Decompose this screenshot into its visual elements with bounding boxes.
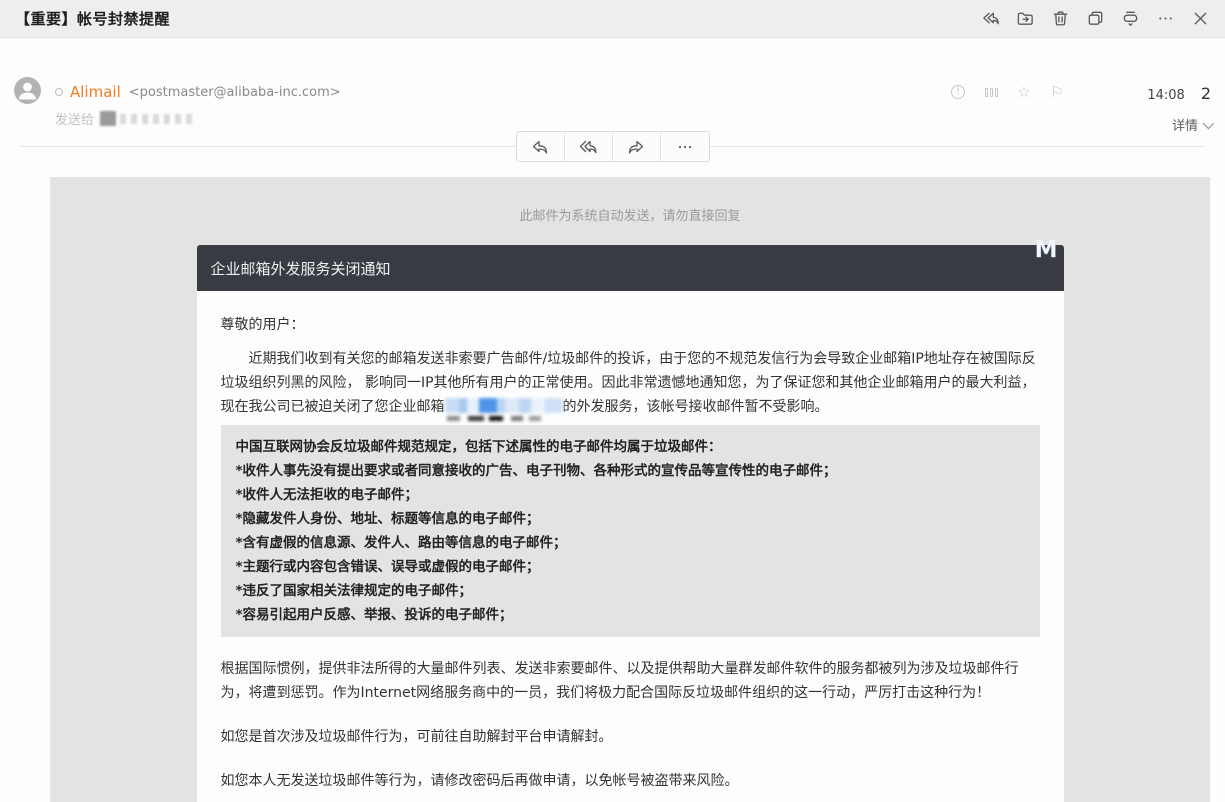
reply-button[interactable]: [517, 132, 565, 161]
sender-avatar: [14, 77, 41, 104]
rule-item: *隐藏发件人身份、地址、标题等信息的电子邮件；: [236, 507, 1025, 531]
reply-toolbar: [516, 131, 710, 162]
auto-send-hint: 此邮件为系统自动发送，请勿直接回复: [50, 177, 1210, 224]
rules-intro: 中国互联网协会反垃圾邮件规范规定，包括下述属性的电子邮件均属于垃圾邮件：: [236, 435, 1025, 459]
time-count: 14:08 2: [1147, 84, 1211, 103]
more-icon[interactable]: [1155, 9, 1175, 29]
sender-name[interactable]: Alimail: [70, 83, 121, 101]
salutation: 尊敬的用户：: [221, 313, 1040, 337]
para1-after: 的外发服务，该帐号接收邮件暂不受影响。: [563, 399, 829, 415]
rule-item: *容易引起用户反感、举报、投诉的电子邮件；: [236, 603, 1025, 627]
sender-line: Alimail <postmaster@alibaba-inc.com>: [55, 83, 341, 101]
thread-count[interactable]: 2: [1201, 84, 1211, 103]
notice-card-body: 尊敬的用户： 近期我们收到有关您的邮箱发送非索要广告邮件/垃圾邮件的投诉，由于您…: [197, 291, 1064, 802]
redacted-email-block: [445, 398, 563, 413]
paragraph-international-practice: 根据国际惯例，提供非法所得的大量邮件列表、发送非索要邮件、以及提供帮助大量群发邮…: [221, 657, 1040, 705]
notice-card-header: 企业邮箱外发服务关闭通知 M: [197, 245, 1064, 291]
priority-icon[interactable]: !: [950, 84, 966, 100]
message-time: 14:08: [1147, 88, 1184, 103]
notice-card: 企业邮箱外发服务关闭通知 M 尊敬的用户： 近期我们收到有关您的邮箱发送非索要广…: [197, 245, 1064, 802]
spam-rules-box: 中国互联网协会反垃圾邮件规范规定，包括下述属性的电子邮件均属于垃圾邮件： *收件…: [221, 425, 1040, 637]
recipient-prefix: 发送给: [55, 109, 94, 128]
message-meta-icons: ! ☆ ⚐: [950, 84, 1065, 100]
tags-icon[interactable]: [983, 84, 999, 100]
paragraph-change-password: 如您本人无发送垃圾邮件等行为，请修改密码后再做申请，以免帐号被盗带来风险。: [221, 769, 1040, 793]
flag-icon[interactable]: ⚐: [1049, 84, 1065, 100]
presence-dot-icon: [55, 88, 63, 96]
topbar-actions: [980, 9, 1210, 29]
rule-item: *收件人无法拒收的电子邮件；: [236, 483, 1025, 507]
close-icon[interactable]: [1190, 9, 1210, 29]
details-label: 详情: [1172, 115, 1198, 134]
rule-item: *含有虚假的信息源、发件人、路由等信息的电子邮件；: [236, 531, 1025, 555]
mail-topbar: 【重要】帐号封禁提醒: [0, 0, 1225, 38]
star-icon[interactable]: ☆: [1016, 84, 1032, 100]
details-toggle[interactable]: 详情: [1172, 115, 1211, 134]
email-body-region: 此邮件为系统自动发送，请勿直接回复 企业邮箱外发服务关闭通知 M 尊敬的用户： …: [50, 177, 1210, 802]
sender-address: <postmaster@alibaba-inc.com>: [129, 85, 341, 100]
forward-button[interactable]: [613, 132, 661, 161]
copy-icon[interactable]: [1085, 9, 1105, 29]
move-to-folder-icon[interactable]: [1015, 9, 1035, 29]
reply-all-icon[interactable]: [980, 9, 1000, 29]
more-actions-button[interactable]: [661, 132, 709, 161]
paragraph-first-offense: 如您是首次涉及垃圾邮件行为，可前往自助解封平台申请解封。: [221, 725, 1040, 749]
paragraph-closure-notice: 近期我们收到有关您的邮箱发送非索要广告邮件/垃圾邮件的投诉，由于您的不规范发信行…: [221, 347, 1040, 419]
rule-item: *主题行或内容包含错误、误导或虚假的电子邮件；: [236, 555, 1025, 579]
reply-all-button[interactable]: [565, 132, 613, 161]
redacted-recipient-dots: [120, 114, 192, 124]
redacted-recipient-block: [100, 111, 116, 126]
collapse-icon[interactable]: [1120, 9, 1140, 29]
recipient-line: 发送给: [55, 109, 192, 128]
alimail-logo-icon: M: [1035, 237, 1058, 263]
rule-item: *收件人事先没有提出要求或者同意接收的广告、电子刊物、各种形式的宣传品等宣传性的…: [236, 459, 1025, 483]
chevron-down-icon: [1203, 117, 1214, 128]
rule-item: *违反了国家相关法律规定的电子邮件；: [236, 579, 1025, 603]
delete-icon[interactable]: [1050, 9, 1070, 29]
notice-title: 企业邮箱外发服务关闭通知: [211, 258, 391, 279]
mail-subject-title: 【重要】帐号封禁提醒: [15, 8, 170, 29]
